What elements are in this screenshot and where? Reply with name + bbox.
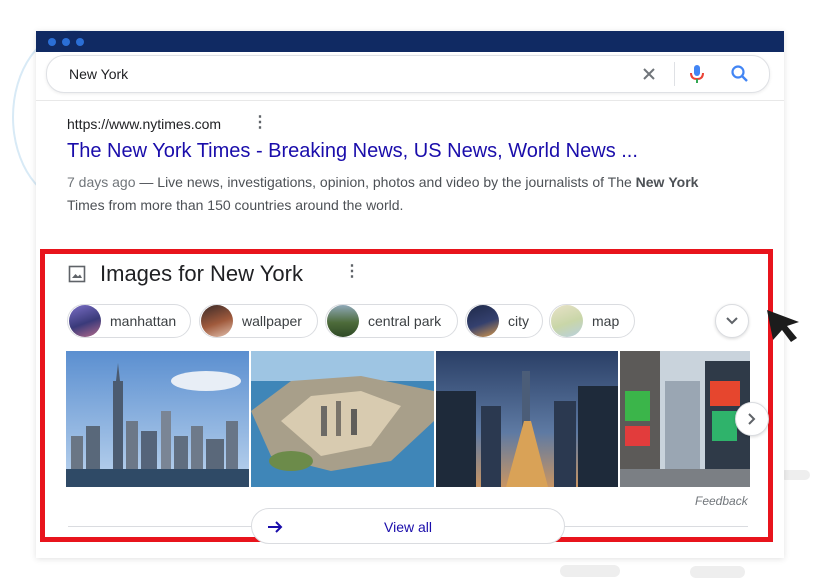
chip-central-park[interactable]: central park [325, 304, 458, 338]
decorative-blob [690, 566, 745, 578]
snippet-bold: York [668, 174, 699, 190]
decorative-blob [780, 470, 810, 480]
chip-manhattan[interactable]: manhattan [67, 304, 191, 338]
window-dot[interactable] [62, 37, 70, 46]
view-all-label: View all [384, 519, 432, 535]
snippet-text: Times from more than 150 countries aroun… [67, 197, 404, 213]
images-title: Images for New York [100, 261, 303, 286]
chip-thumbnail [69, 305, 101, 337]
chip-thumbnail [551, 305, 583, 337]
search-divider [674, 62, 675, 86]
chip-thumbnail [327, 305, 359, 337]
chip-thumbnail [467, 305, 499, 337]
view-all-button[interactable]: View all [251, 508, 565, 544]
chip-label: wallpaper [242, 313, 302, 329]
image-result[interactable] [66, 351, 249, 487]
expand-chips-button[interactable] [715, 304, 749, 338]
result-date: 7 days ago [67, 174, 136, 190]
window-dot[interactable] [48, 37, 56, 46]
result-url[interactable]: https://www.nytimes.com [67, 116, 221, 132]
browser-window: New York https://www.nytimes.com ⋮ The N… [36, 31, 784, 558]
chevron-right-icon [748, 413, 756, 425]
next-images-button[interactable] [735, 402, 769, 436]
times-square-photo [620, 351, 750, 487]
mouse-cursor-icon [767, 310, 799, 342]
image-result[interactable] [436, 351, 618, 487]
header-separator [36, 100, 784, 101]
snippet-bold: New [635, 174, 665, 190]
window-dot[interactable] [76, 37, 84, 46]
feedback-link[interactable]: Feedback [695, 494, 748, 508]
search-icon[interactable] [730, 64, 750, 84]
more-options-icon[interactable]: ⋮ [344, 264, 360, 280]
chip-label: city [508, 313, 529, 329]
clear-icon[interactable] [640, 65, 658, 83]
chip-map[interactable]: map [549, 304, 635, 338]
decorative-blob [560, 565, 620, 577]
chevron-down-icon [726, 317, 738, 325]
more-options-icon[interactable]: ⋮ [252, 115, 268, 131]
search-bar[interactable]: New York [46, 55, 770, 93]
skyline-photo [66, 351, 249, 487]
aerial-photo [251, 351, 434, 487]
image-result[interactable] [620, 351, 750, 487]
chip-thumbnail [201, 305, 233, 337]
chip-label: manhattan [110, 313, 177, 329]
chip-label: central park [368, 313, 442, 329]
result-title-link[interactable]: The New York Times - Breaking News, US N… [67, 140, 638, 163]
image-result[interactable] [251, 351, 434, 487]
title-bar [36, 31, 784, 52]
snippet-text: — Live news, investigations, opinion, ph… [135, 174, 636, 190]
chip-city[interactable]: city [465, 304, 543, 338]
image-icon [68, 265, 86, 283]
chip-label: map [592, 313, 620, 329]
images-header: Images for New York [68, 261, 303, 287]
search-input[interactable]: New York [69, 66, 128, 82]
result-snippet: 7 days ago — Live news, investigations, … [67, 171, 717, 217]
city-street-photo [436, 351, 618, 487]
chip-wallpaper[interactable]: wallpaper [199, 304, 318, 338]
mic-icon[interactable] [688, 64, 706, 84]
